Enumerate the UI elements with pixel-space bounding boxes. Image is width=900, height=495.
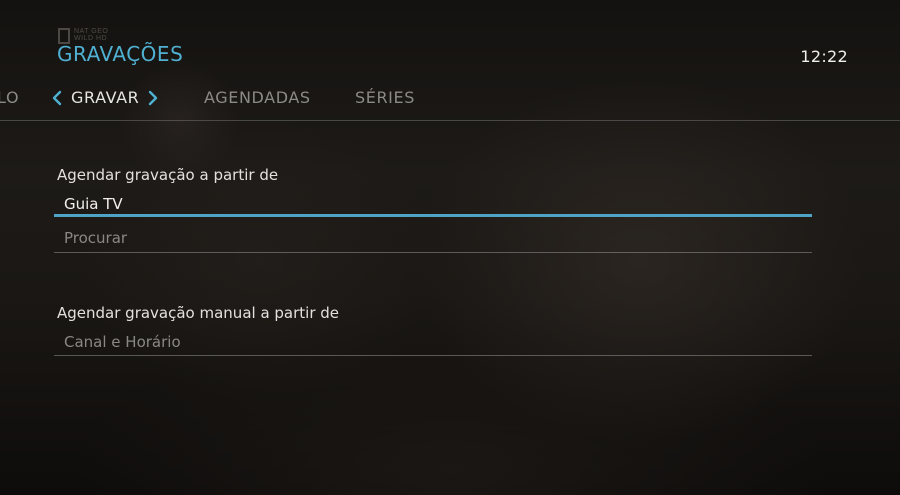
section-heading-guide: Agendar gravação a partir de <box>57 166 279 184</box>
clock: 12:22 <box>800 47 848 66</box>
section-heading-manual: Agendar gravação manual a partir de <box>57 304 340 322</box>
tab-gravar-label: GRAVAR <box>71 88 140 107</box>
menu-item-canal-e-horario[interactable]: Canal e Horário <box>54 330 812 358</box>
tab-gravar[interactable]: GRAVAR <box>52 88 158 107</box>
tabs-divider <box>0 120 900 121</box>
item-underline <box>54 355 812 356</box>
tab-series[interactable]: SÉRIES <box>355 88 415 107</box>
tab-bar: LO GRAVAR AGENDADAS SÉRIES <box>0 88 900 114</box>
menu-item-procurar[interactable]: Procurar <box>54 226 812 254</box>
menu-item-guia-tv[interactable]: Guia TV <box>54 190 812 220</box>
watermark-line-2: WILD HD <box>74 35 108 42</box>
menu-item-label: Canal e Horário <box>64 333 181 351</box>
menu-item-label: Procurar <box>64 229 128 247</box>
chevron-right-icon[interactable] <box>148 90 158 106</box>
chevron-left-icon[interactable] <box>52 90 62 106</box>
menu-item-label: Guia TV <box>64 195 123 213</box>
focus-underline <box>54 214 812 217</box>
item-underline <box>54 252 812 253</box>
tab-agendadas[interactable]: AGENDADAS <box>204 88 311 107</box>
tab-previous[interactable]: LO <box>0 88 19 107</box>
page-title: GRAVAÇÕES <box>57 42 184 66</box>
watermark-line-1: NAT GEO <box>74 28 109 35</box>
